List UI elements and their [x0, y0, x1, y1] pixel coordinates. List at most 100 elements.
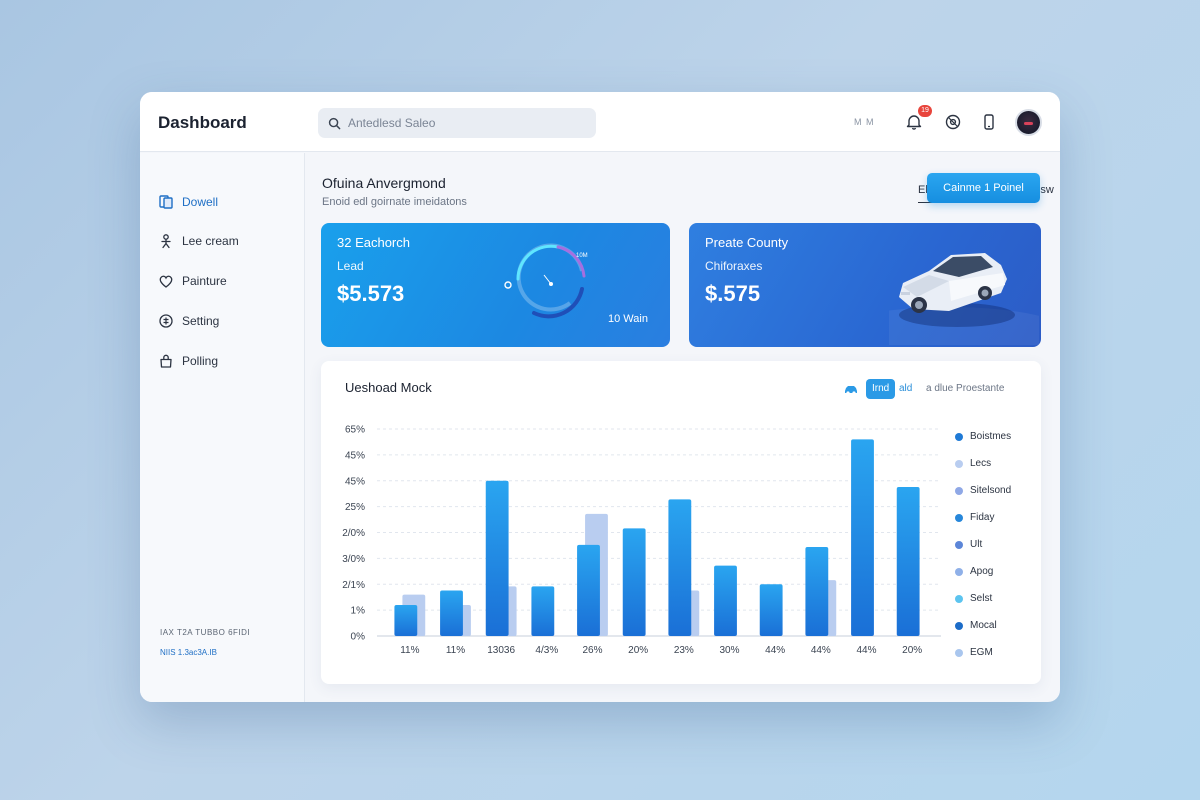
legend-item[interactable]: Apog	[955, 558, 1035, 585]
page-subtitle: Enoid edl goirnate imeidatons	[322, 196, 467, 208]
x-tick-label: 20%	[628, 645, 648, 656]
car-filter-icon[interactable]	[843, 381, 859, 397]
sidebar-item-label: Dowell	[182, 195, 219, 209]
x-tick-label: 11%	[446, 645, 465, 656]
bag-icon	[160, 354, 172, 368]
chart-bar[interactable]	[622, 528, 646, 636]
x-tick-label: 30%	[719, 645, 739, 656]
y-tick-label: 2/0%	[342, 528, 365, 539]
sidebar-item-label: Lee cream	[182, 234, 239, 248]
bar-chart: 0% 1% 2/1% 3/0% 2/0% 25% 45% 45% 65% 11% 11% 13036 4…	[342, 425, 941, 656]
legend-label: EGM	[970, 647, 993, 658]
person-icon	[161, 234, 171, 249]
chart-bar[interactable]	[805, 546, 829, 636]
x-tick-label: 11%	[400, 645, 419, 656]
bar-chart-panel: Ueshoad Mock Irnd ald a dlue Proestante …	[321, 361, 1041, 684]
sidebar-item-lee-cream[interactable]: Lee cream	[158, 231, 239, 251]
y-tick-label: 45%	[345, 450, 365, 461]
legend-swatch	[955, 513, 963, 522]
heart-icon	[159, 275, 173, 288]
chart-filter-text: a dlue Proestante	[926, 383, 1005, 394]
chart-filter-tag[interactable]: ald	[899, 383, 912, 394]
chart-bar[interactable]	[851, 439, 874, 636]
legend-label: Sitelsond	[970, 485, 1012, 496]
chart-bar[interactable]	[531, 586, 555, 636]
y-tick-label: 45%	[345, 476, 365, 487]
legend-item[interactable]: Mocal	[955, 612, 1035, 639]
phone-icon	[984, 114, 994, 130]
sidebar-item-setting[interactable]: Setting	[158, 311, 219, 331]
legend-item[interactable]: Fiday	[955, 504, 1035, 531]
sidebar-item-label: Setting	[182, 314, 220, 328]
app-window: Dashboard M M 19 Dowell Lee cream Paintu…	[140, 92, 1060, 702]
sidebar-footer-text: IAX T2A TUBBO 6FIDI	[160, 628, 251, 637]
legend-label: Boistmes	[970, 431, 1012, 442]
legend-item[interactable]: Boistmes	[955, 423, 1035, 450]
x-tick-label: 20%	[902, 645, 922, 656]
chart-filter-pill[interactable]: Irnd	[866, 379, 896, 399]
stat-card-revenue[interactable]: 32 Eachorch Lead $5.573 10M 10 Wain	[321, 223, 670, 347]
x-tick-label: 23%	[674, 645, 694, 656]
page-title: Ofuina Anvergmond	[322, 175, 446, 191]
chart-bar[interactable]	[896, 486, 920, 636]
legend-item[interactable]: EGM	[955, 639, 1035, 666]
legend-item[interactable]: Lecs	[955, 450, 1035, 477]
y-tick-label: 2/1%	[342, 580, 365, 591]
chart-title: Ueshoad Mock	[345, 380, 432, 395]
chart-bar[interactable]	[440, 590, 463, 636]
device-button[interactable]	[979, 112, 999, 132]
app-title: Dashboard	[158, 113, 247, 132]
avatar[interactable]	[1015, 109, 1042, 136]
chart-bar[interactable]	[394, 604, 418, 636]
chart-bar[interactable]	[759, 584, 783, 636]
sidebar-item-dowell[interactable]: Dowell	[158, 192, 218, 212]
y-tick-label: 65%	[345, 425, 365, 436]
primary-action-button[interactable]: Cainme 1 Poinel	[927, 173, 1040, 203]
x-tick-label: 4/3%	[535, 645, 558, 656]
legend-label: Ult	[970, 539, 983, 550]
legend-item[interactable]: Selst	[955, 585, 1035, 612]
legend-label: Apog	[970, 566, 994, 577]
sidebar-item-label: Painture	[182, 274, 227, 288]
legend-swatch	[955, 432, 963, 441]
toolbar-small-text: M M	[854, 117, 875, 127]
chart-bar[interactable]	[714, 565, 737, 636]
search-input[interactable]	[348, 116, 578, 130]
chart-bar[interactable]	[668, 499, 692, 636]
sidebar-item-polling[interactable]: Polling	[158, 351, 218, 371]
card-value: $.575	[705, 281, 761, 306]
search-icon	[328, 117, 341, 129]
legend-label: Lecs	[970, 458, 992, 469]
card-footer: 10 Wain	[608, 313, 648, 325]
y-tick-label: 1%	[351, 606, 366, 617]
card-value: $5.573	[337, 281, 405, 306]
sidebar-item-painture[interactable]: Painture	[158, 271, 227, 291]
sidebar-footer-link[interactable]: NIIS 1.3ac3A.IB	[160, 648, 217, 657]
gauge-label: 10M	[576, 253, 588, 259]
x-tick-label: 26%	[582, 645, 602, 656]
chart-bar[interactable]	[577, 544, 600, 636]
top-bar: Dashboard M M 19	[140, 92, 1060, 152]
search-box[interactable]	[318, 108, 596, 138]
stat-card-county[interactable]: Preate County Chiforaxes $.575	[689, 223, 1041, 347]
x-tick-label: 44%	[765, 645, 785, 656]
legend-swatch	[955, 648, 963, 657]
legend-swatch	[955, 459, 963, 468]
card-subtitle: Chiforaxes	[705, 259, 763, 273]
car-image	[889, 253, 1039, 345]
y-tick-label: 0%	[351, 632, 366, 643]
settings-button[interactable]	[943, 112, 963, 132]
legend-item[interactable]: Sitelsond	[955, 477, 1035, 504]
legend-swatch	[955, 486, 963, 495]
x-tick-label: 13036	[487, 645, 515, 656]
gauge-chart: 10M	[504, 243, 588, 319]
notification-badge: 19	[918, 105, 932, 117]
legend-swatch	[955, 567, 963, 576]
card-title: 32 Eachorch	[337, 235, 410, 250]
legend-item[interactable]: Ult	[955, 531, 1035, 558]
legend-label: Mocal	[970, 620, 997, 631]
legend-swatch	[955, 540, 963, 549]
chart-legend: Boistmes Lecs Sitelsond Fiday Ult Apog Selst Mo…	[955, 423, 1035, 666]
gear-icon	[159, 314, 173, 328]
chart-bar[interactable]	[485, 480, 509, 636]
